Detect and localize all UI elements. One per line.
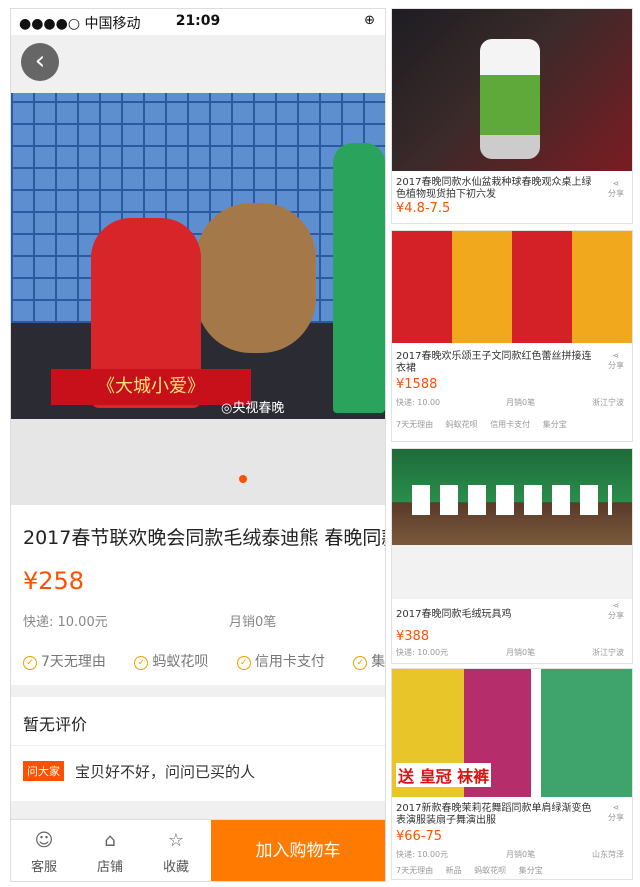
product-image: 送 皇冠 袜裤 bbox=[392, 669, 632, 797]
product-info: 2017春节联欢晚会同款毛绒泰迪熊 春晚同款 ¥258 快递: 10.00元 月… bbox=[11, 505, 385, 685]
product-title: 2017春晚同款毛绒玩具鸡 bbox=[396, 609, 512, 620]
performer-man bbox=[333, 143, 385, 413]
ask-everyone-badge[interactable]: 问大家 bbox=[23, 761, 64, 781]
product-price: ¥1588 bbox=[396, 377, 438, 392]
monthly-sales: 月销0笔 bbox=[506, 398, 536, 407]
seller-location: 浙江宁波 bbox=[592, 648, 624, 657]
screenshot-frame: ●●●●○ 中国移动 21:09 ⊕ 《大城小爱》 ◎央视春晚 ‹ 2017春节… bbox=[0, 0, 640, 887]
divider bbox=[11, 745, 385, 746]
product-meta: 快递: 10.00元 月销0笔 浙江宁波 bbox=[396, 647, 628, 659]
shipping-fee: 快递: 10.00元 bbox=[396, 648, 449, 657]
product-title: 2017新款春晚茉莉花舞蹈同款单肩绿渐变色表演服装扇子舞演出服 bbox=[396, 803, 592, 826]
product-price: ¥258 bbox=[23, 567, 85, 595]
shop-icon: ⌂ bbox=[104, 830, 116, 851]
favorite-label: 收藏 bbox=[162, 860, 189, 875]
guarantee-item: 7天无理由 bbox=[396, 866, 434, 875]
product-image bbox=[392, 9, 632, 171]
product-card[interactable]: 2017春晚同款毛绒玩具鸡 ⋖ 分享 ¥388 快递: 10.00元 月销0笔 浙… bbox=[391, 448, 633, 664]
carousel-indicator[interactable] bbox=[239, 475, 247, 483]
bottom-action-bar: ☺ 客服 ⌂ 店铺 ☆ 收藏 加入购物车 bbox=[11, 819, 385, 881]
service-guarantees: 7天无理由 新品 蚂蚁花呗 集分宝 bbox=[396, 865, 628, 876]
seller-location: 山东菏泽 bbox=[592, 850, 624, 859]
product-price: ¥388 bbox=[396, 629, 430, 644]
star-icon: ☆ bbox=[167, 830, 185, 851]
product-meta: 快递: 10.00 月销0笔 浙江宁波 bbox=[396, 397, 628, 409]
watermark: ◎央视春晚 bbox=[221, 401, 285, 416]
check-icon: ✓ bbox=[353, 656, 368, 670]
guarantee-item: ✓ 7天无理由 bbox=[23, 654, 106, 670]
product-price: ¥4.8-7.5 bbox=[396, 201, 451, 216]
product-title: 2017春晚同款水仙盆栽种球春晚观众桌上绿色植物现货拍下初六发 bbox=[396, 177, 592, 200]
add-to-cart-button[interactable]: 加入购物车 bbox=[211, 820, 385, 881]
share-icon: ⋖ bbox=[612, 351, 620, 360]
review-section: 暂无评价 问大家 宝贝好不好，问问已买的人 bbox=[11, 697, 385, 801]
monthly-sales: 月销0笔 bbox=[506, 648, 536, 657]
seller-location: 浙江宁波 bbox=[592, 398, 624, 407]
share-label: 分享 bbox=[608, 813, 624, 822]
status-bar: ●●●●○ 中国移动 21:09 ⊕ bbox=[11, 9, 385, 35]
back-button[interactable]: ‹ bbox=[21, 43, 59, 81]
related-products: 2017春晚同款水仙盆栽种球春晚观众桌上绿色植物现货拍下初六发 ⋖ 分享 ¥4.8… bbox=[391, 8, 633, 880]
service-guarantees[interactable]: ✓7天无理由 ✓蚂蚁花呗 ✓信用卡支付 ✓集分宝 bbox=[23, 651, 385, 671]
share-label: 分享 bbox=[608, 361, 624, 370]
check-icon: ✓ bbox=[236, 656, 251, 670]
share-label: 分享 bbox=[608, 611, 624, 620]
guarantee-item: ✓集分宝 bbox=[353, 654, 385, 670]
review-heading: 暂无评价 bbox=[23, 715, 88, 734]
shipping-fee: 快递: 10.00 bbox=[396, 398, 441, 407]
product-card[interactable]: 送 皇冠 袜裤 2017新款春晚茉莉花舞蹈同款单肩绿渐变色表演服装扇子舞演出服 … bbox=[391, 668, 633, 880]
chat-face-icon: ☺ bbox=[34, 830, 54, 851]
product-title: 2017春晚欢乐颂王子文同款红色蕾丝拼接连衣裙 bbox=[396, 351, 592, 374]
guarantee-item: 7天无理由 bbox=[396, 420, 434, 429]
ask-buyers-link[interactable]: 宝贝好不好，问问已买的人 bbox=[75, 761, 255, 782]
chevron-left-icon: ‹ bbox=[34, 46, 46, 76]
clock: 21:09 bbox=[175, 13, 221, 29]
product-image bbox=[392, 449, 632, 545]
guarantee-item: 新品 bbox=[445, 866, 462, 875]
carousel-footer bbox=[11, 419, 385, 505]
customer-service-label: 客服 bbox=[30, 860, 57, 875]
share-button[interactable]: ⋖ 分享 bbox=[608, 601, 624, 621]
shop-button[interactable]: ⌂ 店铺 bbox=[77, 820, 143, 881]
check-icon: ✓ bbox=[23, 656, 37, 670]
product-card[interactable]: 2017春晚欢乐颂王子文同款红色蕾丝拼接连衣裙 ⋖ 分享 ¥1588 快递: 10… bbox=[391, 230, 633, 442]
guarantee-item: ✓ 信用卡支付 bbox=[236, 654, 325, 670]
share-label: 分享 bbox=[608, 189, 624, 198]
orientation-lock-icon: ⊕ bbox=[364, 13, 375, 28]
shipping-fee: 快递: 10.00元 bbox=[396, 850, 449, 859]
share-icon: ⋖ bbox=[612, 179, 620, 188]
promo-overlay: 送 皇冠 袜裤 bbox=[396, 763, 492, 787]
product-title: 2017春节联欢晚会同款毛绒泰迪熊 春晚同款 bbox=[23, 527, 386, 549]
teddy-bear bbox=[196, 203, 316, 353]
product-image bbox=[392, 231, 632, 343]
monthly-sales: 月销0笔 bbox=[506, 850, 536, 859]
check-icon: ✓ bbox=[134, 656, 149, 670]
guarantee-item: ✓ 蚂蚁花呗 bbox=[134, 654, 208, 670]
image-placeholder bbox=[392, 545, 632, 599]
product-image-carousel[interactable]: 《大城小爱》 ◎央视春晚 bbox=[11, 93, 385, 419]
share-icon: ⋖ bbox=[612, 601, 620, 610]
product-detail-screen: ●●●●○ 中国移动 21:09 ⊕ 《大城小爱》 ◎央视春晚 ‹ 2017春节… bbox=[10, 8, 386, 882]
product-price: ¥66-75 bbox=[396, 829, 443, 844]
share-icon: ⋖ bbox=[612, 803, 620, 812]
shop-label: 店铺 bbox=[96, 860, 123, 875]
guarantee-item: 蚂蚁花呗 bbox=[445, 420, 478, 429]
service-guarantees: 7天无理由 蚂蚁花呗 信用卡支付 集分宝 bbox=[396, 419, 628, 430]
share-button[interactable]: ⋖ 分享 bbox=[608, 351, 624, 371]
guarantee-item: 集分宝 bbox=[542, 420, 567, 429]
monthly-sales: 月销0笔 bbox=[229, 615, 277, 630]
customer-service-button[interactable]: ☺ 客服 bbox=[11, 820, 77, 881]
favorite-button[interactable]: ☆ 收藏 bbox=[143, 820, 209, 881]
product-meta: 快递: 10.00元 月销0笔 山东菏泽 bbox=[396, 849, 628, 861]
shipping-fee: 快递: 10.00元 bbox=[23, 615, 108, 630]
product-card[interactable]: 2017春晚同款水仙盆栽种球春晚观众桌上绿色植物现货拍下初六发 ⋖ 分享 ¥4.8… bbox=[391, 8, 633, 224]
guarantee-item: 信用卡支付 bbox=[490, 420, 531, 429]
share-button[interactable]: ⋖ 分享 bbox=[608, 803, 624, 823]
guarantee-item: 集分宝 bbox=[518, 866, 543, 875]
share-button[interactable]: ⋖ 分享 bbox=[608, 179, 624, 199]
guarantee-item: 蚂蚁花呗 bbox=[474, 866, 507, 875]
